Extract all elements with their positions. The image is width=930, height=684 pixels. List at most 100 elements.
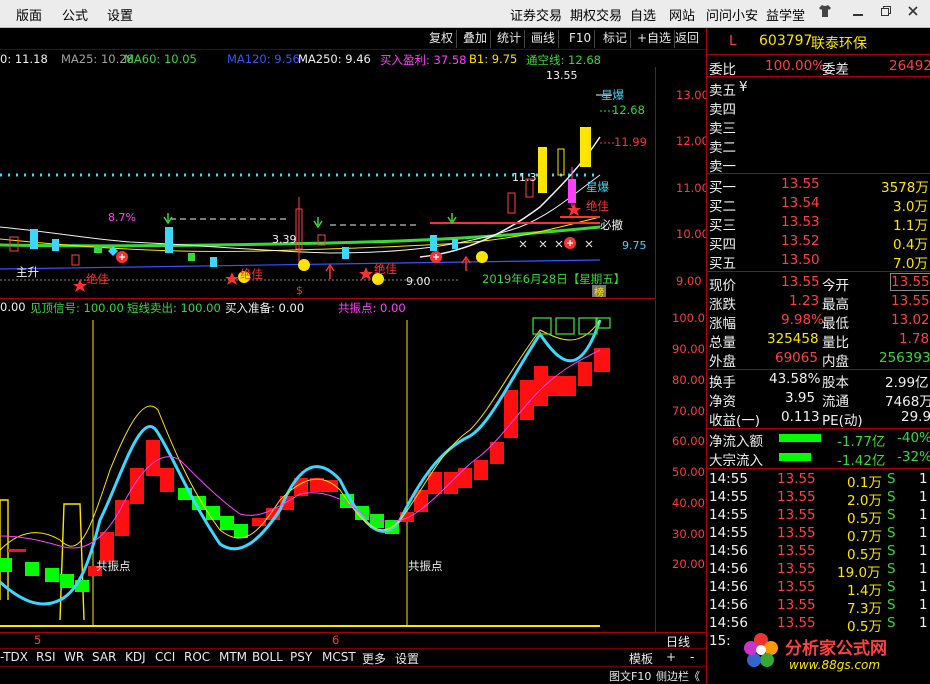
menu-bar: 版面 公式 设置 证券交易 期权交易 自选 网站 问问小安 益学堂 bbox=[0, 0, 930, 28]
stat-value: 43.58% bbox=[769, 371, 821, 387]
bid-label: 买四 bbox=[709, 237, 736, 253]
tick-time: 14:55 bbox=[709, 507, 748, 523]
osc-tick-60: 60.00 bbox=[672, 434, 705, 448]
tick-row: 14:56 13.55 7.3万 S 1 bbox=[707, 596, 930, 617]
sidebar-toggle[interactable]: 侧边栏《 bbox=[656, 668, 700, 684]
tab-boll[interactable]: BOLL bbox=[252, 650, 283, 664]
template-button[interactable]: 模板 bbox=[629, 650, 653, 667]
quote-panel: L 603797 联泰环保 委比 100.00% 委差 26492 卖五 ¥ 卖… bbox=[706, 28, 930, 684]
stat-value: 1.78 bbox=[899, 331, 930, 347]
star-burst-label-top: 星爆 bbox=[601, 88, 624, 102]
date-axis: 5 6 日线 bbox=[0, 632, 706, 649]
bid-volume: 1.1万 bbox=[893, 218, 928, 234]
stat-row-outer: 外盘 69065 内盘 256393 bbox=[707, 349, 930, 370]
zoom-out-button[interactable]: - bbox=[690, 650, 694, 664]
tick-price: 13.55 bbox=[777, 561, 816, 577]
osc-tick-80: 80.00 bbox=[672, 373, 705, 387]
tick-time: 14:56 bbox=[709, 561, 748, 577]
tab-more[interactable]: 更多 bbox=[362, 650, 386, 667]
flow-label: 净流入额 bbox=[709, 434, 763, 450]
flow-pct: -40% bbox=[897, 430, 930, 446]
price-tick-12: 12.00 bbox=[676, 134, 709, 148]
candlestick-pane[interactable]: 13.55 星爆 12.68 11.99 11.3 星爆 绝佳 必撤 9.75 … bbox=[0, 67, 709, 299]
stat-value: 69065 bbox=[775, 350, 818, 366]
tick-price: 13.55 bbox=[777, 579, 816, 595]
order-diff-value: 26492 bbox=[889, 58, 930, 74]
tab-roc[interactable]: ROC bbox=[184, 650, 210, 664]
ask-row-4: 卖四 bbox=[707, 97, 930, 118]
date-tick-5: 5 bbox=[34, 633, 42, 647]
status-bar: 图文F10 侧边栏《 笔 bbox=[0, 666, 723, 684]
stat-label: 股本 bbox=[822, 375, 849, 391]
stat-label: 流通 bbox=[822, 394, 849, 410]
bid-volume: 3.0万 bbox=[893, 199, 928, 215]
tab-rsi[interactable]: RSI bbox=[36, 650, 56, 664]
menu-website[interactable]: 网站 bbox=[669, 5, 695, 24]
flow-bar bbox=[779, 434, 821, 442]
close-icon[interactable] bbox=[907, 4, 919, 22]
tick-count: 1 bbox=[919, 525, 928, 541]
restore-rights-button[interactable]: 复权 bbox=[426, 30, 458, 48]
menu-settings[interactable]: 设置 bbox=[107, 5, 133, 24]
tab-tdx[interactable]: -TDX bbox=[0, 650, 28, 664]
price-339-label: 3.39 bbox=[272, 233, 297, 246]
menu-stock-trade[interactable]: 证券交易 bbox=[510, 5, 562, 24]
tick-side: S bbox=[887, 579, 896, 595]
menu-layout[interactable]: 版面 bbox=[16, 5, 42, 24]
oscillator-pane[interactable]: 共振点 共振点 100.0 90.00 80.00 70.00 60.00 50… bbox=[0, 300, 705, 632]
tick-time: 15: bbox=[709, 633, 731, 649]
menu-formula[interactable]: 公式 bbox=[62, 5, 88, 24]
candlestick-canvas bbox=[0, 94, 614, 297]
stock-code: 603797 bbox=[759, 33, 813, 49]
tick-time: 14:56 bbox=[709, 543, 748, 559]
tab-wr[interactable]: WR bbox=[64, 650, 84, 664]
tick-count: 1 bbox=[919, 597, 928, 613]
tab-cci[interactable]: CCI bbox=[155, 650, 175, 664]
tab-kdj[interactable]: KDJ bbox=[125, 650, 146, 664]
bid-row-5: 买五 13.50 7.0万 bbox=[707, 251, 930, 272]
menu-ask[interactable]: 问问小安 bbox=[706, 5, 758, 24]
draw-line-button[interactable]: 画线 bbox=[528, 30, 560, 48]
stat-label: 外盘 bbox=[709, 354, 736, 370]
minimize-icon[interactable] bbox=[852, 4, 864, 22]
f10-button[interactable]: F10 bbox=[566, 30, 596, 48]
tab-mcst[interactable]: MCST bbox=[322, 650, 356, 664]
ask-row-2: 卖二 bbox=[707, 135, 930, 156]
stat-label: 最高 bbox=[822, 297, 849, 313]
tab-sar[interactable]: SAR bbox=[92, 650, 116, 664]
tick-row: 14:55 13.55 0.7万 S 1 bbox=[707, 524, 930, 545]
tick-row: 14:56 13.55 1.4万 S 1 bbox=[707, 578, 930, 599]
tick-side: S bbox=[887, 489, 896, 505]
tick-row: 14:56 13.55 0.5万 S 1 bbox=[707, 542, 930, 563]
tick-side: S bbox=[887, 597, 896, 613]
tab-mtm[interactable]: MTM bbox=[219, 650, 247, 664]
back-button[interactable]: 返回 bbox=[672, 30, 702, 48]
stock-header: L 603797 联泰环保 bbox=[707, 32, 930, 52]
tick-count: 1 bbox=[919, 561, 928, 577]
tab-settings[interactable]: 设置 bbox=[395, 650, 419, 667]
overlay-button[interactable]: 叠加 bbox=[460, 30, 492, 48]
shirt-icon[interactable] bbox=[818, 4, 832, 22]
stat-row-price: 现价 13.55 今开 13.55 bbox=[707, 273, 930, 294]
statistics-button[interactable]: 统计 bbox=[494, 30, 526, 48]
f10-text-link[interactable]: 图文F10 bbox=[609, 668, 651, 684]
tick-row: 14:56 13.55 19.0万 S 1 bbox=[707, 560, 930, 581]
osc-tick-20: 20.00 bbox=[672, 557, 705, 571]
zoom-in-button[interactable]: + bbox=[666, 650, 676, 664]
bid-price: 13.52 bbox=[781, 233, 820, 249]
stat-value: 256393 bbox=[879, 350, 930, 366]
menu-watchlist[interactable]: 自选 bbox=[630, 5, 656, 24]
tick-count: 1 bbox=[919, 543, 928, 559]
flower-icon bbox=[744, 633, 778, 667]
tab-psy[interactable]: PSY bbox=[290, 650, 312, 664]
menu-academy[interactable]: 益学堂 bbox=[766, 5, 805, 24]
must-exit-label: 必撤 bbox=[600, 218, 623, 232]
stat-label: 涨跌 bbox=[709, 297, 736, 313]
bid-row-1: 买一 13.55 3578万 bbox=[707, 175, 930, 196]
stat-row-volume: 总量 325458 量比 1.78 bbox=[707, 330, 930, 351]
mark-button[interactable]: 标记 bbox=[600, 30, 632, 48]
menu-option-trade[interactable]: 期权交易 bbox=[570, 5, 622, 24]
restore-icon[interactable] bbox=[880, 4, 892, 22]
add-watchlist-button[interactable]: +自选 bbox=[634, 30, 676, 48]
market-letter: L bbox=[729, 33, 737, 49]
